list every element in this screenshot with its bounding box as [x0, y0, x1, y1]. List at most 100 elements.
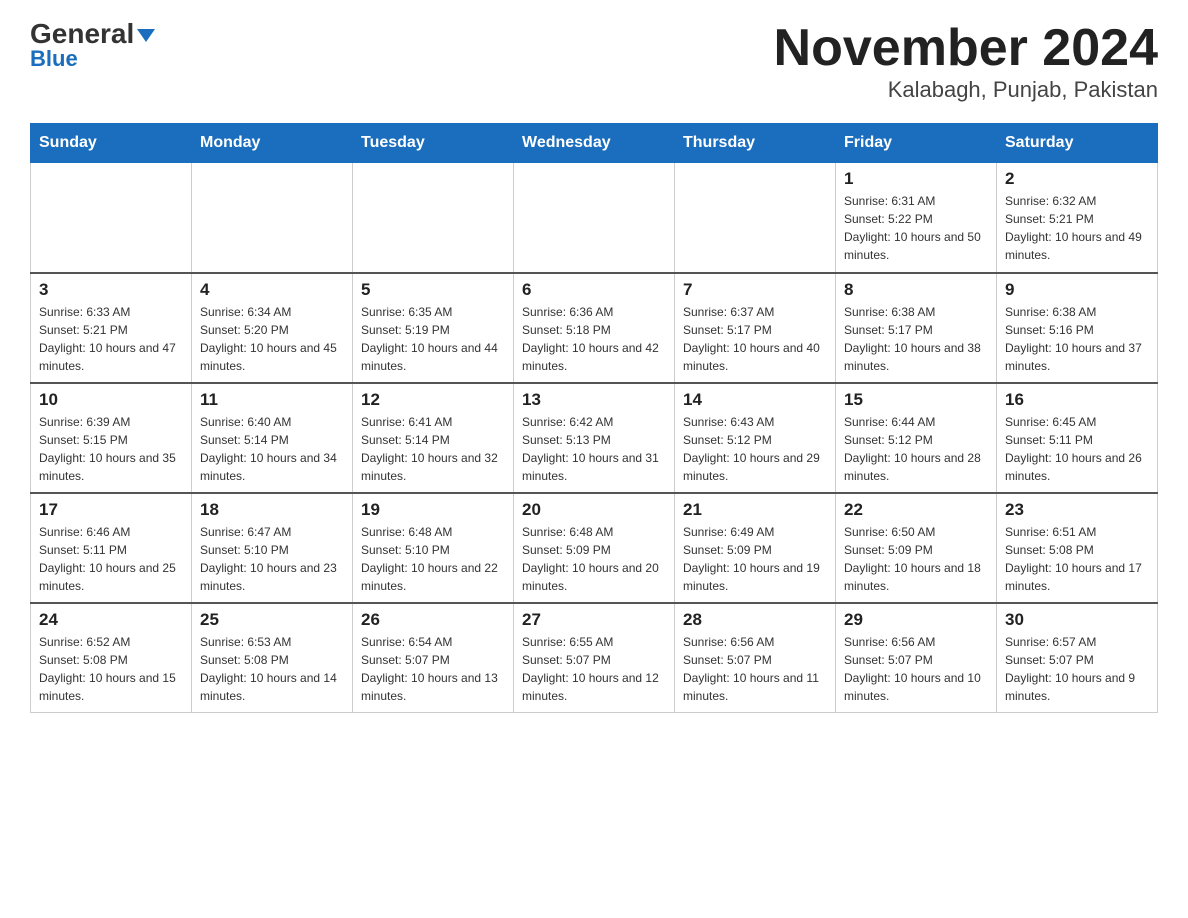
- calendar-cell: 28 Sunrise: 6:56 AMSunset: 5:07 PMDayligh…: [675, 603, 836, 713]
- calendar-cell: 12Sunrise: 6:41 AMSunset: 5:14 PMDayligh…: [353, 383, 514, 493]
- calendar-cell: 21Sunrise: 6:49 AMSunset: 5:09 PMDayligh…: [675, 493, 836, 603]
- day-number: 5: [361, 280, 505, 300]
- calendar-cell: 13 Sunrise: 6:42 AMSunset: 5:13 PMDayligh…: [514, 383, 675, 493]
- day-info: Sunrise: 6:45 AMSunset: 5:11 PMDaylight:…: [1005, 413, 1149, 485]
- day-number: 17: [39, 500, 183, 520]
- calendar-subtitle: Kalabagh, Punjab, Pakistan: [774, 77, 1158, 103]
- calendar-cell: 7 Sunrise: 6:37 AMSunset: 5:17 PMDaylight…: [675, 273, 836, 383]
- day-number: 26: [361, 610, 505, 630]
- calendar-cell: 30 Sunrise: 6:57 AMSunset: 5:07 PMDayligh…: [997, 603, 1158, 713]
- day-info: Sunrise: 6:56 AMSunset: 5:07 PMDaylight:…: [844, 633, 988, 705]
- title-section: November 2024 Kalabagh, Punjab, Pakistan: [774, 20, 1158, 103]
- calendar-cell: 27 Sunrise: 6:55 AMSunset: 5:07 PMDayligh…: [514, 603, 675, 713]
- day-number: 27: [522, 610, 666, 630]
- calendar-cell: 20Sunrise: 6:48 AMSunset: 5:09 PMDayligh…: [514, 493, 675, 603]
- day-info: Sunrise: 6:50 AMSunset: 5:09 PMDaylight:…: [844, 523, 988, 595]
- day-info: Sunrise: 6:43 AMSunset: 5:12 PMDaylight:…: [683, 413, 827, 485]
- calendar-cell: 25Sunrise: 6:53 AMSunset: 5:08 PMDayligh…: [192, 603, 353, 713]
- week-row-5: 24 Sunrise: 6:52 AMSunset: 5:08 PMDayligh…: [31, 603, 1158, 713]
- week-row-4: 17 Sunrise: 6:46 AMSunset: 5:11 PMDayligh…: [31, 493, 1158, 603]
- day-info: Sunrise: 6:44 AMSunset: 5:12 PMDaylight:…: [844, 413, 988, 485]
- day-info: Sunrise: 6:42 AMSunset: 5:13 PMDaylight:…: [522, 413, 666, 485]
- day-number: 23: [1005, 500, 1149, 520]
- calendar-cell: 14 Sunrise: 6:43 AMSunset: 5:12 PMDayligh…: [675, 383, 836, 493]
- day-number: 28: [683, 610, 827, 630]
- day-info: Sunrise: 6:51 AMSunset: 5:08 PMDaylight:…: [1005, 523, 1149, 595]
- day-info: Sunrise: 6:35 AMSunset: 5:19 PMDaylight:…: [361, 303, 505, 375]
- day-info: Sunrise: 6:54 AMSunset: 5:07 PMDaylight:…: [361, 633, 505, 705]
- calendar-cell: 8Sunrise: 6:38 AMSunset: 5:17 PMDaylight…: [836, 273, 997, 383]
- day-number: 25: [200, 610, 344, 630]
- day-number: 10: [39, 390, 183, 410]
- calendar-cell: 9 Sunrise: 6:38 AMSunset: 5:16 PMDaylight…: [997, 273, 1158, 383]
- day-number: 14: [683, 390, 827, 410]
- calendar-table: Sunday Monday Tuesday Wednesday Thursday…: [30, 123, 1158, 713]
- day-info: Sunrise: 6:38 AMSunset: 5:17 PMDaylight:…: [844, 303, 988, 375]
- calendar-cell: 19Sunrise: 6:48 AMSunset: 5:10 PMDayligh…: [353, 493, 514, 603]
- day-number: 18: [200, 500, 344, 520]
- day-info: Sunrise: 6:57 AMSunset: 5:07 PMDaylight:…: [1005, 633, 1149, 705]
- day-number: 9: [1005, 280, 1149, 300]
- day-info: Sunrise: 6:37 AMSunset: 5:17 PMDaylight:…: [683, 303, 827, 375]
- calendar-cell: [675, 163, 836, 273]
- calendar-cell: 24 Sunrise: 6:52 AMSunset: 5:08 PMDayligh…: [31, 603, 192, 713]
- logo: General Blue: [30, 20, 155, 70]
- day-number: 16: [1005, 390, 1149, 410]
- calendar-cell: 10 Sunrise: 6:39 AMSunset: 5:15 PMDayligh…: [31, 383, 192, 493]
- calendar-title: November 2024: [774, 20, 1158, 77]
- header-friday: Friday: [836, 124, 997, 163]
- day-info: Sunrise: 6:40 AMSunset: 5:14 PMDaylight:…: [200, 413, 344, 485]
- day-number: 7: [683, 280, 827, 300]
- day-info: Sunrise: 6:55 AMSunset: 5:07 PMDaylight:…: [522, 633, 666, 705]
- calendar-cell: 1 Sunrise: 6:31 AMSunset: 5:22 PMDaylight…: [836, 163, 997, 273]
- calendar-cell: 18 Sunrise: 6:47 AMSunset: 5:10 PMDayligh…: [192, 493, 353, 603]
- calendar-cell: 4Sunrise: 6:34 AMSunset: 5:20 PMDaylight…: [192, 273, 353, 383]
- calendar-cell: 2 Sunrise: 6:32 AMSunset: 5:21 PMDaylight…: [997, 163, 1158, 273]
- day-info: Sunrise: 6:33 AMSunset: 5:21 PMDaylight:…: [39, 303, 183, 375]
- day-info: Sunrise: 6:52 AMSunset: 5:08 PMDaylight:…: [39, 633, 183, 705]
- day-number: 12: [361, 390, 505, 410]
- calendar-cell: 6Sunrise: 6:36 AMSunset: 5:18 PMDaylight…: [514, 273, 675, 383]
- day-info: Sunrise: 6:56 AMSunset: 5:07 PMDaylight:…: [683, 633, 827, 705]
- header-thursday: Thursday: [675, 124, 836, 163]
- calendar-cell: 29 Sunrise: 6:56 AMSunset: 5:07 PMDayligh…: [836, 603, 997, 713]
- day-number: 1: [844, 169, 988, 189]
- page-header: General Blue November 2024 Kalabagh, Pun…: [30, 20, 1158, 103]
- logo-blue-text: Blue: [30, 48, 78, 70]
- week-row-1: 1 Sunrise: 6:31 AMSunset: 5:22 PMDaylight…: [31, 163, 1158, 273]
- weekday-header-row: Sunday Monday Tuesday Wednesday Thursday…: [31, 124, 1158, 163]
- header-sunday: Sunday: [31, 124, 192, 163]
- day-number: 22: [844, 500, 988, 520]
- calendar-cell: 3 Sunrise: 6:33 AMSunset: 5:21 PMDaylight…: [31, 273, 192, 383]
- calendar-cell: [353, 163, 514, 273]
- day-number: 15: [844, 390, 988, 410]
- day-number: 11: [200, 390, 344, 410]
- day-number: 3: [39, 280, 183, 300]
- day-info: Sunrise: 6:47 AMSunset: 5:10 PMDaylight:…: [200, 523, 344, 595]
- day-info: Sunrise: 6:39 AMSunset: 5:15 PMDaylight:…: [39, 413, 183, 485]
- header-wednesday: Wednesday: [514, 124, 675, 163]
- day-info: Sunrise: 6:38 AMSunset: 5:16 PMDaylight:…: [1005, 303, 1149, 375]
- week-row-2: 3 Sunrise: 6:33 AMSunset: 5:21 PMDaylight…: [31, 273, 1158, 383]
- day-number: 29: [844, 610, 988, 630]
- day-info: Sunrise: 6:31 AMSunset: 5:22 PMDaylight:…: [844, 192, 988, 264]
- calendar-cell: 15 Sunrise: 6:44 AMSunset: 5:12 PMDayligh…: [836, 383, 997, 493]
- day-info: Sunrise: 6:48 AMSunset: 5:09 PMDaylight:…: [522, 523, 666, 595]
- day-number: 4: [200, 280, 344, 300]
- calendar-cell: 17 Sunrise: 6:46 AMSunset: 5:11 PMDayligh…: [31, 493, 192, 603]
- day-number: 24: [39, 610, 183, 630]
- day-number: 30: [1005, 610, 1149, 630]
- day-info: Sunrise: 6:36 AMSunset: 5:18 PMDaylight:…: [522, 303, 666, 375]
- header-monday: Monday: [192, 124, 353, 163]
- calendar-cell: 22 Sunrise: 6:50 AMSunset: 5:09 PMDayligh…: [836, 493, 997, 603]
- day-number: 21: [683, 500, 827, 520]
- day-info: Sunrise: 6:32 AMSunset: 5:21 PMDaylight:…: [1005, 192, 1149, 264]
- header-tuesday: Tuesday: [353, 124, 514, 163]
- day-number: 2: [1005, 169, 1149, 189]
- day-number: 13: [522, 390, 666, 410]
- day-info: Sunrise: 6:46 AMSunset: 5:11 PMDaylight:…: [39, 523, 183, 595]
- day-number: 19: [361, 500, 505, 520]
- week-row-3: 10 Sunrise: 6:39 AMSunset: 5:15 PMDayligh…: [31, 383, 1158, 493]
- calendar-cell: 16 Sunrise: 6:45 AMSunset: 5:11 PMDayligh…: [997, 383, 1158, 493]
- logo-general-text: General: [30, 20, 155, 48]
